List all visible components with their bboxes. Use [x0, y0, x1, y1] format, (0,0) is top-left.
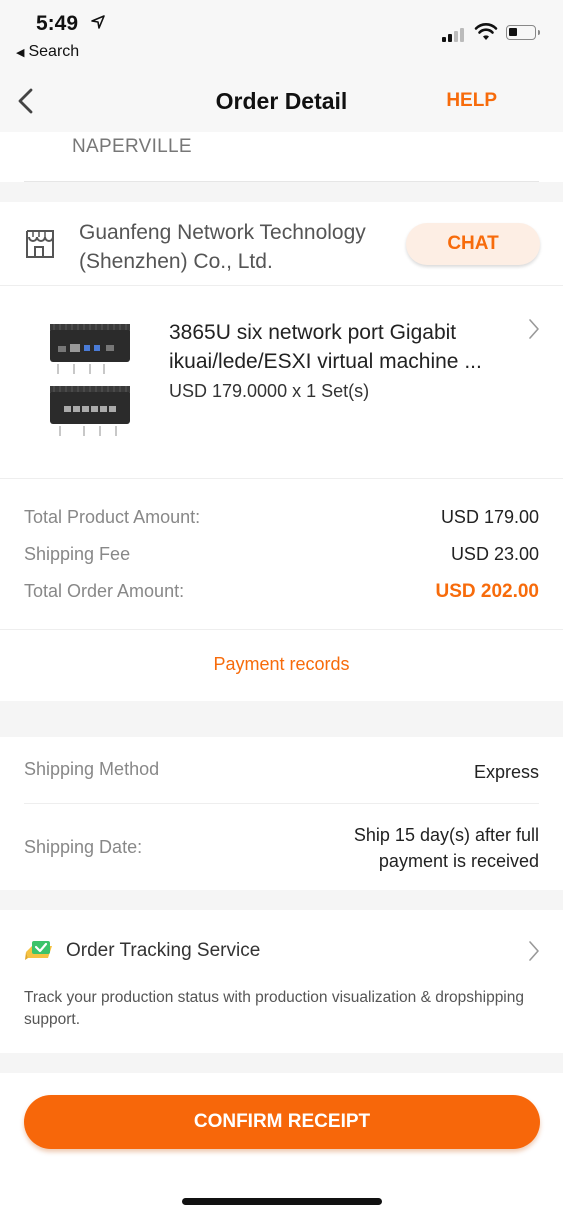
order-tracking-description: Track your production status with produc… — [24, 989, 524, 1028]
shipping-method-value: Express — [473, 762, 539, 782]
status-time: 5:49 — [36, 12, 79, 35]
home-indicator[interactable] — [182, 1198, 382, 1205]
shipping-info-card: Shipping Method Express Shipping Date: S… — [0, 737, 563, 890]
store-icon — [26, 230, 54, 258]
order-tracking-card[interactable]: Order Tracking Service Track your produc… — [0, 910, 563, 1053]
shipping-method-row: Shipping Method Express — [24, 759, 539, 782]
divider — [0, 629, 563, 630]
payment-records-section: Payment records — [0, 629, 563, 701]
signal-icon — [442, 26, 468, 42]
navigation-bar: Order Detail HELP — [0, 72, 563, 132]
help-button[interactable]: HELP — [446, 90, 497, 112]
order-summary-card: Guanfeng Network Technology (Shenzhen) C… — [0, 202, 563, 629]
chat-button[interactable]: CHAT — [406, 223, 540, 265]
product-price-quantity: USD 179.0000 x 1 Set(s) — [169, 381, 370, 401]
shipping-date-value: Ship 15 day(s) after full payment is rec… — [353, 825, 539, 871]
shipping-fee-value: USD 23.00 — [450, 544, 539, 564]
status-bar: 5:49 ◀ Search — [0, 0, 563, 72]
product-image[interactable] — [44, 320, 136, 442]
product-title[interactable]: 3865U six network port Gigabit ikuai/led… — [169, 318, 519, 376]
shipping-method-label: Shipping Method — [24, 759, 160, 779]
total-order-amount-row: Total Order Amount: USD 202.00 — [24, 581, 539, 602]
total-order-amount-value: USD 202.00 — [435, 581, 539, 602]
confirm-receipt-button[interactable]: CONFIRM RECEIPT — [24, 1095, 540, 1149]
divider — [0, 285, 563, 286]
bottom-action-bar: CONFIRM RECEIPT — [0, 1073, 563, 1218]
tracking-check-icon — [25, 941, 52, 960]
back-to-app-link[interactable]: ◀ Search — [16, 43, 79, 61]
back-app-label: Search — [28, 43, 80, 60]
seller-name[interactable]: Guanfeng Network Technology (Shenzhen) C… — [79, 218, 399, 276]
divider — [24, 803, 539, 804]
order-tracking-title[interactable]: Order Tracking Service — [66, 940, 260, 962]
battery-icon — [506, 25, 540, 40]
address-city: NAPERVILLE — [72, 136, 192, 157]
total-order-amount-label: Total Order Amount: — [24, 581, 185, 601]
total-product-amount-value: USD 179.00 — [440, 507, 539, 527]
payment-records-link[interactable]: Payment records — [0, 654, 563, 675]
total-product-amount-label: Total Product Amount: — [24, 507, 201, 527]
back-triangle-icon: ◀ — [16, 47, 25, 59]
divider — [0, 478, 563, 479]
address-section: NAPERVILLE — [0, 132, 563, 182]
shipping-fee-label: Shipping Fee — [24, 544, 131, 564]
location-arrow-icon — [91, 15, 105, 29]
total-product-amount-row: Total Product Amount: USD 179.00 — [24, 507, 539, 528]
tracking-chevron-icon[interactable] — [527, 940, 541, 962]
product-chevron-icon[interactable] — [527, 318, 541, 340]
shipping-fee-row: Shipping Fee USD 23.00 — [24, 544, 539, 565]
divider — [24, 181, 539, 182]
wifi-icon — [474, 23, 498, 40]
shipping-date-label: Shipping Date: — [24, 837, 143, 857]
